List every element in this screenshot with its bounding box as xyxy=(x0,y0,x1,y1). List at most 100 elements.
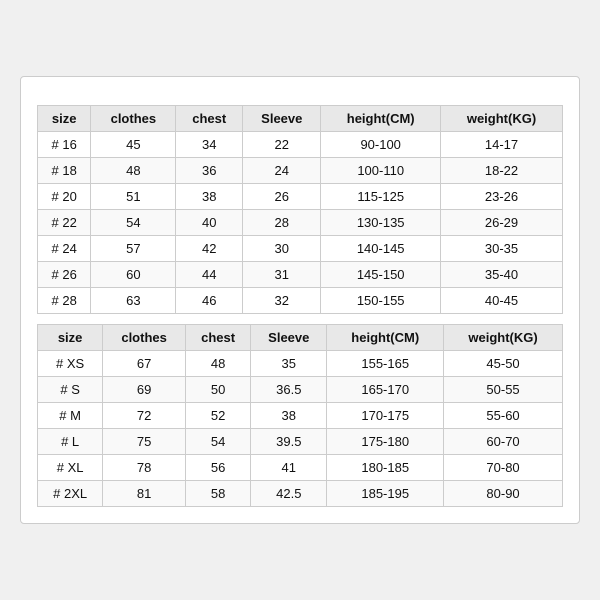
table2-col-header: height(CM) xyxy=(327,325,444,351)
table2-col-header: chest xyxy=(185,325,250,351)
table-cell: 115-125 xyxy=(321,184,441,210)
table-row: # 22544028130-13526-29 xyxy=(38,210,563,236)
table-cell: 26 xyxy=(243,184,321,210)
table-cell: 185-195 xyxy=(327,481,444,507)
table-cell: 145-150 xyxy=(321,262,441,288)
table2-body: # XS674835155-16545-50# S695036.5165-170… xyxy=(38,351,563,507)
table-cell: 28 xyxy=(243,210,321,236)
table-cell: # 20 xyxy=(38,184,91,210)
table-row: # 20513826115-12523-26 xyxy=(38,184,563,210)
table-cell: 56 xyxy=(185,455,250,481)
table-cell: 18-22 xyxy=(441,158,563,184)
table-cell: 36.5 xyxy=(251,377,327,403)
table-cell: # 22 xyxy=(38,210,91,236)
table-cell: 69 xyxy=(103,377,186,403)
table-cell: 72 xyxy=(103,403,186,429)
table1-col-header: chest xyxy=(176,106,243,132)
table-row: # 2XL815842.5185-19580-90 xyxy=(38,481,563,507)
table-cell: 57 xyxy=(91,236,176,262)
table-cell: 42 xyxy=(176,236,243,262)
table-row: # 28634632150-15540-45 xyxy=(38,288,563,314)
table-cell: 54 xyxy=(185,429,250,455)
table-cell: 46 xyxy=(176,288,243,314)
table-cell: 26-29 xyxy=(441,210,563,236)
table-cell: 54 xyxy=(91,210,176,236)
table-cell: 50 xyxy=(185,377,250,403)
size-table-2: sizeclotheschestSleeveheight(CM)weight(K… xyxy=(37,324,563,507)
table-cell: # 18 xyxy=(38,158,91,184)
table-cell: 30-35 xyxy=(441,236,563,262)
table1-col-header: Sleeve xyxy=(243,106,321,132)
table-row: # 24574230140-14530-35 xyxy=(38,236,563,262)
table-cell: 170-175 xyxy=(327,403,444,429)
table-row: # L755439.5175-18060-70 xyxy=(38,429,563,455)
table-cell: 44 xyxy=(176,262,243,288)
table-row: # M725238170-17555-60 xyxy=(38,403,563,429)
table-cell: 24 xyxy=(243,158,321,184)
table-row: # 18483624100-11018-22 xyxy=(38,158,563,184)
table-cell: # XS xyxy=(38,351,103,377)
table-cell: 70-80 xyxy=(444,455,563,481)
table-cell: 48 xyxy=(91,158,176,184)
table-cell: 39.5 xyxy=(251,429,327,455)
table-cell: 32 xyxy=(243,288,321,314)
table-cell: # 16 xyxy=(38,132,91,158)
table-cell: 14-17 xyxy=(441,132,563,158)
table-cell: 60 xyxy=(91,262,176,288)
table1-col-header: size xyxy=(38,106,91,132)
table-cell: 100-110 xyxy=(321,158,441,184)
table-cell: 75 xyxy=(103,429,186,455)
table-row: # S695036.5165-17050-55 xyxy=(38,377,563,403)
table-cell: 63 xyxy=(91,288,176,314)
table-cell: 34 xyxy=(176,132,243,158)
table-cell: 48 xyxy=(185,351,250,377)
size-table-1: sizeclotheschestSleeveheight(CM)weight(K… xyxy=(37,105,563,314)
table-cell: # 28 xyxy=(38,288,91,314)
table-cell: # 2XL xyxy=(38,481,103,507)
table-cell: 23-26 xyxy=(441,184,563,210)
table-cell: 35 xyxy=(251,351,327,377)
table2-col-header: size xyxy=(38,325,103,351)
table-cell: 45 xyxy=(91,132,176,158)
table-cell: 36 xyxy=(176,158,243,184)
table-row: # XS674835155-16545-50 xyxy=(38,351,563,377)
table-cell: 81 xyxy=(103,481,186,507)
table-cell: # M xyxy=(38,403,103,429)
table-cell: 58 xyxy=(185,481,250,507)
table2-header-row: sizeclotheschestSleeveheight(CM)weight(K… xyxy=(38,325,563,351)
table-row: # 26604431145-15035-40 xyxy=(38,262,563,288)
table-cell: # 24 xyxy=(38,236,91,262)
table-cell: # XL xyxy=(38,455,103,481)
table-cell: 22 xyxy=(243,132,321,158)
table-cell: 35-40 xyxy=(441,262,563,288)
table-cell: 90-100 xyxy=(321,132,441,158)
table-cell: 175-180 xyxy=(327,429,444,455)
table-cell: 31 xyxy=(243,262,321,288)
table-cell: 130-135 xyxy=(321,210,441,236)
table-cell: 38 xyxy=(176,184,243,210)
table1-header-row: sizeclotheschestSleeveheight(CM)weight(K… xyxy=(38,106,563,132)
table1-col-header: height(CM) xyxy=(321,106,441,132)
table-cell: 55-60 xyxy=(444,403,563,429)
table-row: # XL785641180-18570-80 xyxy=(38,455,563,481)
table-cell: 45-50 xyxy=(444,351,563,377)
table-cell: 52 xyxy=(185,403,250,429)
table-cell: 41 xyxy=(251,455,327,481)
table-cell: 38 xyxy=(251,403,327,429)
table2-col-header: clothes xyxy=(103,325,186,351)
table-cell: 30 xyxy=(243,236,321,262)
table-cell: # S xyxy=(38,377,103,403)
table1-col-header: clothes xyxy=(91,106,176,132)
size-chart-card: sizeclotheschestSleeveheight(CM)weight(K… xyxy=(20,76,580,524)
table2-header: sizeclotheschestSleeveheight(CM)weight(K… xyxy=(38,325,563,351)
table1-header: sizeclotheschestSleeveheight(CM)weight(K… xyxy=(38,106,563,132)
table-cell: 40 xyxy=(176,210,243,236)
table-cell: 80-90 xyxy=(444,481,563,507)
table1-col-header: weight(KG) xyxy=(441,106,563,132)
table-cell: 180-185 xyxy=(327,455,444,481)
table1-body: # 1645342290-10014-17# 18483624100-11018… xyxy=(38,132,563,314)
table-cell: 51 xyxy=(91,184,176,210)
table2-col-header: Sleeve xyxy=(251,325,327,351)
table-cell: 165-170 xyxy=(327,377,444,403)
table-cell: 40-45 xyxy=(441,288,563,314)
